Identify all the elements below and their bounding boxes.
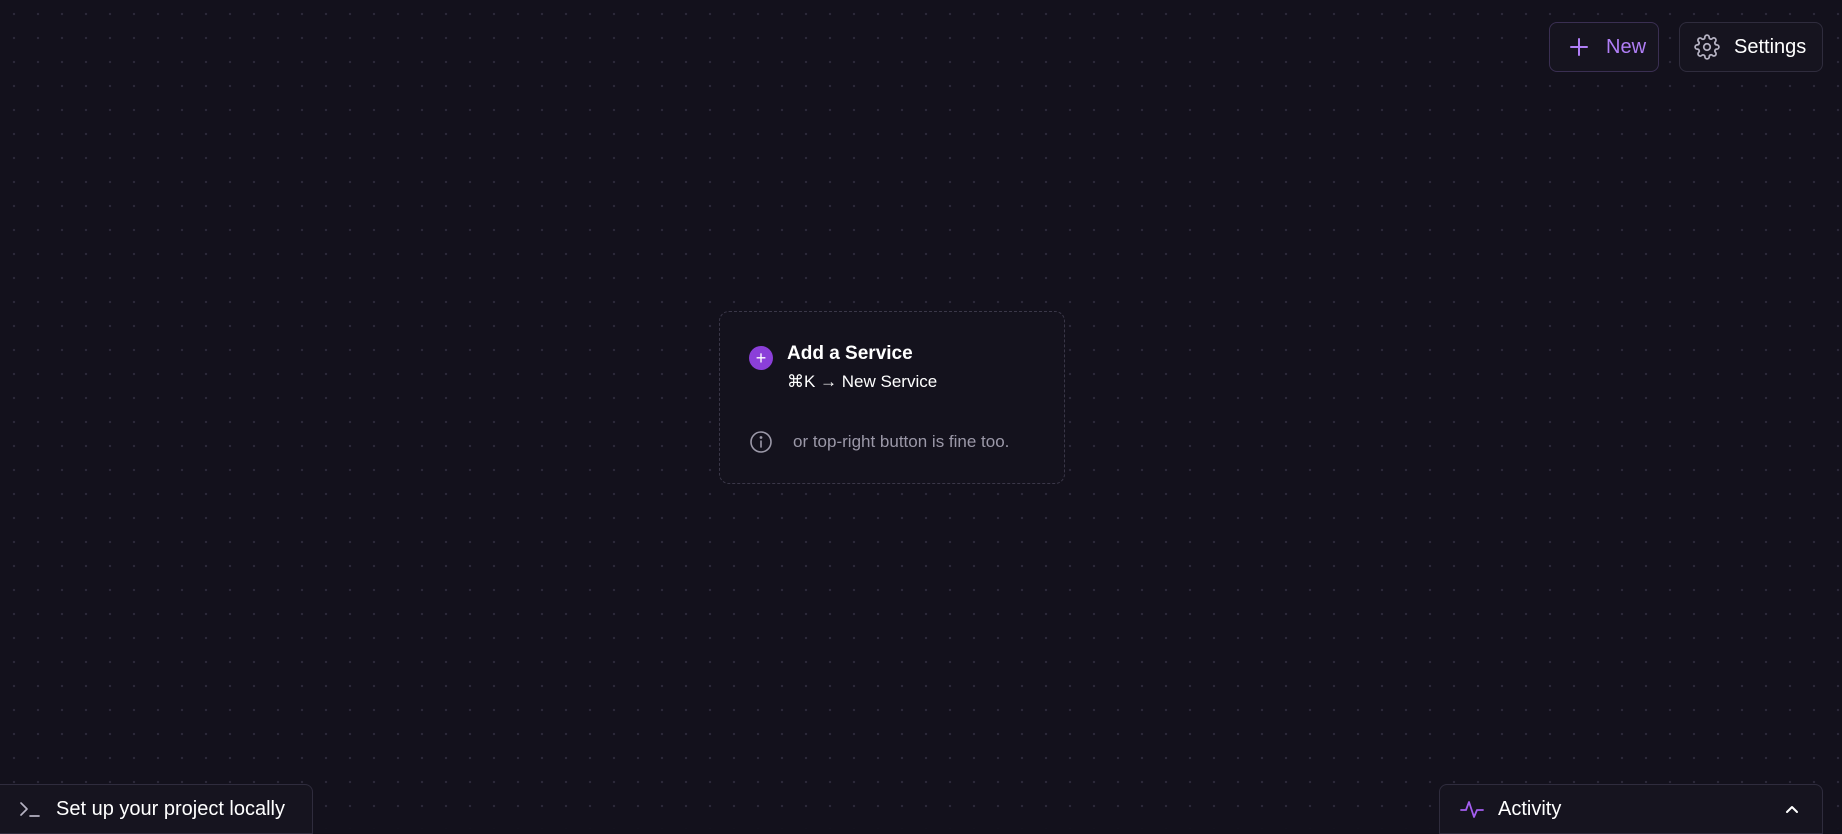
chevron-up-icon[interactable]	[1782, 799, 1802, 819]
activity-panel-toggle[interactable]: Activity	[1439, 784, 1823, 834]
info-icon	[749, 430, 773, 454]
settings-button[interactable]: Settings	[1679, 22, 1823, 72]
card-title: Add a Service	[787, 343, 913, 364]
new-button-label: New	[1606, 35, 1647, 58]
add-service-card[interactable]: + Add a Service ⌘K → New Service or top-…	[719, 311, 1065, 484]
terminal-icon	[18, 798, 42, 820]
activity-pulse-icon	[1460, 798, 1484, 820]
keyboard-shortcut-hint: ⌘K → New Service	[787, 372, 938, 391]
settings-button-label: Settings	[1734, 35, 1807, 58]
gear-icon	[1694, 34, 1720, 60]
card-hint-text: or top-right button is fine too.	[793, 432, 1010, 451]
new-button[interactable]: New	[1549, 22, 1659, 72]
setup-locally-label: Set up your project locally	[56, 797, 286, 820]
add-service-plus-icon: +	[749, 346, 773, 370]
activity-label: Activity	[1498, 797, 1562, 820]
setup-locally-button[interactable]: Set up your project locally	[0, 784, 313, 834]
plus-icon	[1568, 36, 1590, 58]
